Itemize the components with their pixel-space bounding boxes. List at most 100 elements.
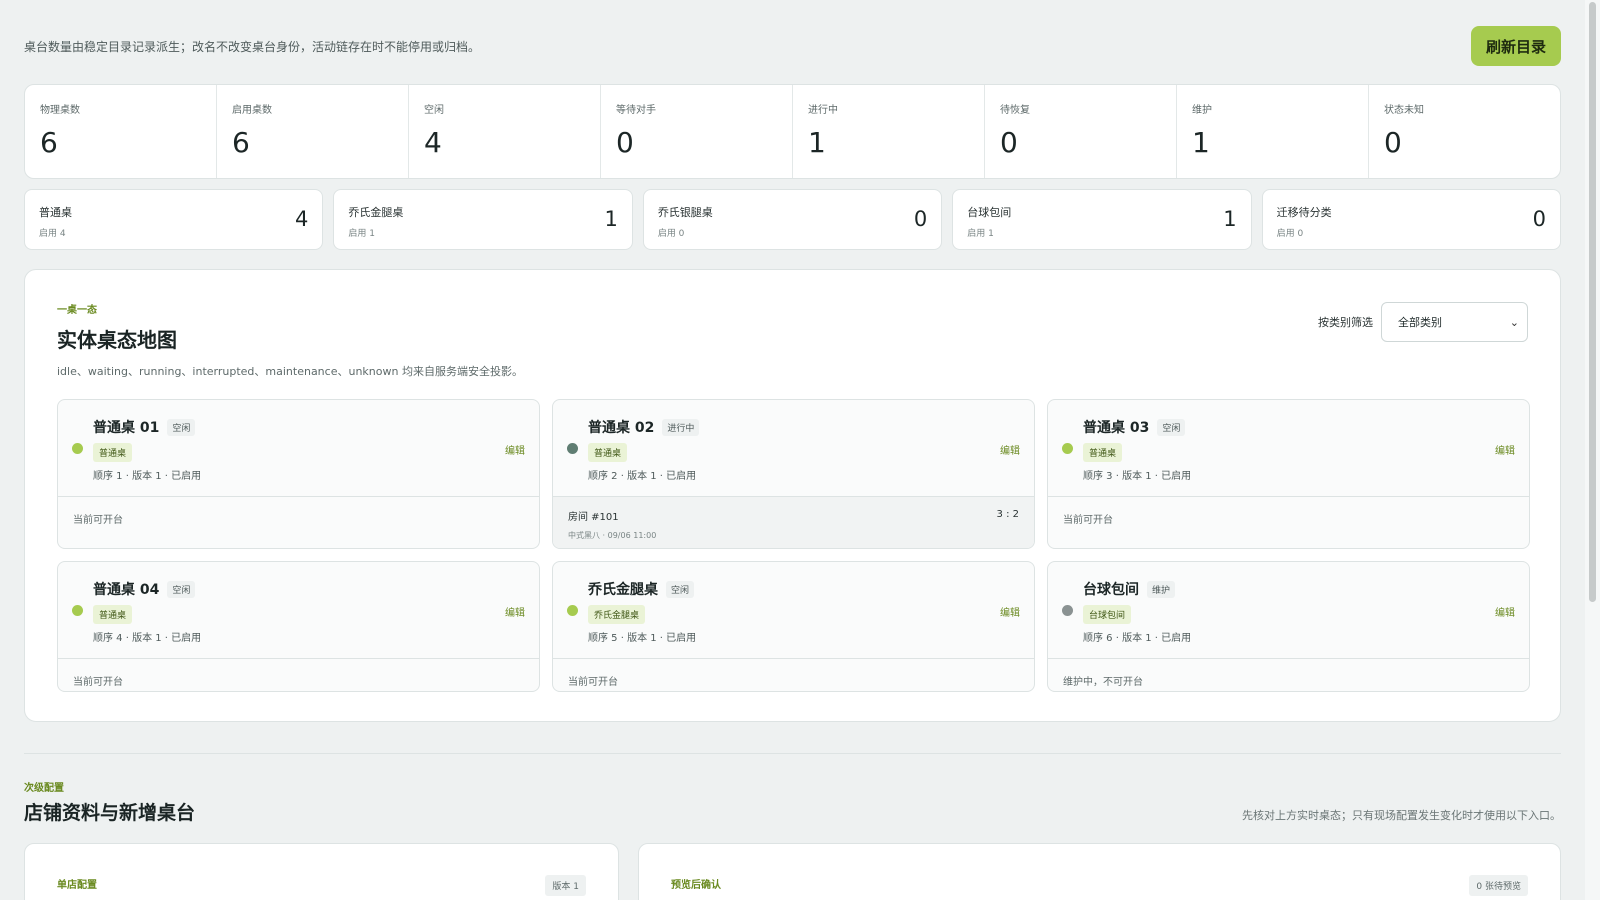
stat-label: 进行中 — [808, 105, 838, 116]
category-name: 乔氏金腿桌 — [348, 206, 404, 219]
category-card: 台球包间 启用 1 1 — [952, 189, 1252, 250]
room-detail: 中式黑八 · 09/06 11:00 — [568, 531, 657, 540]
edit-link[interactable]: 编辑 — [1495, 604, 1515, 619]
edit-link[interactable]: 编辑 — [1495, 442, 1515, 457]
filter-selected-value: 全部类别 — [1398, 316, 1442, 329]
chevron-down-icon: ⌄ — [1509, 315, 1519, 329]
secondary-config-header: 次级配置 店铺资料与新增桌台 先核对上方实时桌态；只有现场配置发生变化时才使用以… — [24, 754, 1561, 824]
preview-count-badge: 0 张待预览 — [1469, 875, 1528, 896]
category-tag: 普通桌 — [588, 443, 628, 462]
stat-value: 0 — [1384, 126, 1402, 159]
stat-label: 启用桌数 — [232, 105, 272, 116]
secondary-title: 店铺资料与新增桌台 — [24, 802, 196, 824]
stat-label: 物理桌数 — [40, 105, 80, 116]
stat-maintenance: 维护 1 — [1177, 85, 1369, 178]
table-meta: 顺序 4 · 版本 1 · 已启用 — [93, 633, 202, 644]
table-state-map-panel: 一桌一态 实体桌态地图 idle、waiting、running、interru… — [24, 269, 1561, 722]
category-name: 迁移待分类 — [1276, 206, 1332, 219]
status-dot-icon — [72, 443, 83, 454]
stat-value: 0 — [1000, 126, 1018, 159]
category-tag: 普通桌 — [93, 605, 133, 624]
table-card[interactable]: 普通桌 04 空闲 普通桌 顺序 4 · 版本 1 · 已启用 编辑 当前可开台 — [57, 561, 540, 692]
category-filter: 按类别筛选 全部类别 ⌄ — [1318, 302, 1528, 342]
category-name: 普通桌 — [39, 206, 72, 219]
table-meta: 顺序 3 · 版本 1 · 已启用 — [1083, 471, 1192, 482]
availability-text: 维护中，不可开台 — [1063, 677, 1143, 688]
table-card-footer: 当前可开台 — [58, 658, 539, 691]
page: 桌台数量由稳定目录记录派生；改名不改变桌台身份，活动链存在时不能停用或归档。 刷… — [24, 0, 1562, 900]
refresh-catalog-button[interactable]: 刷新目录 — [1470, 26, 1561, 66]
vertical-scrollbar[interactable] — [1585, 0, 1600, 900]
category-filter-select[interactable]: 全部类别 ⌄ — [1381, 302, 1528, 342]
status-badge: 维护 — [1147, 580, 1176, 598]
store-config-card: 单店配置 版本 1 — [24, 843, 619, 900]
stat-label: 等待对手 — [616, 105, 656, 116]
category-tag: 普通桌 — [93, 443, 133, 462]
table-card-footer: 当前可开台 — [58, 496, 539, 548]
status-badge: 空闲 — [1157, 418, 1186, 436]
table-meta: 顺序 5 · 版本 1 · 已启用 — [588, 633, 697, 644]
status-dot-icon — [1062, 443, 1073, 454]
category-enabled: 启用 4 — [39, 229, 66, 239]
table-name: 普通桌 02 — [588, 420, 655, 436]
active-room-footer[interactable]: 房间 #101 中式黑八 · 09/06 11:00 3 : 2 — [553, 496, 1034, 548]
category-tag: 台球包间 — [1083, 605, 1132, 624]
category-name: 台球包间 — [967, 206, 1012, 219]
edit-link[interactable]: 编辑 — [1000, 442, 1020, 457]
category-card: 普通桌 启用 4 4 — [24, 189, 324, 250]
availability-text: 当前可开台 — [1063, 515, 1113, 526]
edit-link[interactable]: 编辑 — [505, 442, 525, 457]
category-tag: 乔氏金腿桌 — [588, 605, 646, 624]
stat-interrupted: 待恢复 0 — [985, 85, 1177, 178]
edit-link[interactable]: 编辑 — [505, 604, 525, 619]
status-dot-icon — [72, 605, 83, 616]
table-name: 乔氏金腿桌 — [588, 582, 658, 598]
category-card: 乔氏银腿桌 启用 0 0 — [642, 189, 943, 250]
stat-unknown: 状态未知 0 — [1369, 85, 1560, 178]
table-name: 普通桌 04 — [93, 582, 160, 598]
version-badge: 版本 1 — [545, 875, 586, 896]
secondary-eyebrow: 次级配置 — [24, 783, 64, 794]
category-count: 1 — [604, 207, 618, 231]
table-card[interactable]: 台球包间 维护 台球包间 顺序 6 · 版本 1 · 已启用 编辑 维护中，不可… — [1047, 561, 1530, 692]
catalog-note: 桌台数量由稳定目录记录派生；改名不改变桌台身份，活动链存在时不能停用或归档。 — [24, 40, 481, 54]
status-dot-icon — [1062, 605, 1073, 616]
table-name: 台球包间 — [1083, 582, 1139, 598]
table-card[interactable]: 普通桌 01 空闲 普通桌 顺序 1 · 版本 1 · 已启用 编辑 当前可开台 — [57, 399, 540, 549]
filter-label: 按类别筛选 — [1318, 316, 1373, 329]
stat-label: 空闲 — [424, 105, 444, 116]
table-meta: 顺序 1 · 版本 1 · 已启用 — [93, 471, 202, 482]
table-grid: 普通桌 01 空闲 普通桌 顺序 1 · 版本 1 · 已启用 编辑 当前可开台… — [57, 399, 1530, 692]
status-badge: 空闲 — [666, 580, 695, 598]
category-count: 4 — [295, 207, 309, 231]
stat-label: 待恢复 — [1000, 105, 1030, 116]
top-bar: 桌台数量由稳定目录记录派生；改名不改变桌台身份，活动链存在时不能停用或归档。 刷… — [24, 0, 1561, 84]
stat-value: 1 — [1192, 126, 1210, 159]
table-card[interactable]: 普通桌 03 空闲 普通桌 顺序 3 · 版本 1 · 已启用 编辑 当前可开台 — [1047, 399, 1530, 549]
map-eyebrow: 一桌一态 — [57, 305, 97, 316]
category-name: 乔氏银腿桌 — [657, 206, 713, 219]
category-summary: 普通桌 启用 4 4 乔氏金腿桌 启用 1 1 乔氏银腿桌 启用 0 0 台球包… — [24, 189, 1562, 250]
status-dot-icon — [567, 443, 578, 454]
table-card-footer: 当前可开台 — [1048, 496, 1529, 548]
preview-eyebrow: 预览后确认 — [671, 880, 721, 891]
table-card[interactable]: 乔氏金腿桌 空闲 乔氏金腿桌 顺序 5 · 版本 1 · 已启用 编辑 当前可开… — [552, 561, 1035, 692]
stat-label: 状态未知 — [1384, 105, 1424, 116]
edit-link[interactable]: 编辑 — [1000, 604, 1020, 619]
table-card-footer: 维护中，不可开台 — [1048, 658, 1529, 691]
category-card: 迁移待分类 启用 0 0 — [1261, 189, 1562, 250]
stat-value: 4 — [424, 126, 442, 159]
table-card[interactable]: 普通桌 02 进行中 普通桌 顺序 2 · 版本 1 · 已启用 编辑 房间 #… — [552, 399, 1035, 549]
table-card-footer: 当前可开台 — [553, 658, 1034, 691]
map-title: 实体桌态地图 — [57, 328, 177, 352]
status-badge: 进行中 — [662, 418, 700, 436]
category-count: 0 — [913, 207, 928, 231]
stat-value: 0 — [616, 126, 634, 159]
scrollbar-thumb[interactable] — [1589, 2, 1596, 602]
availability-text: 当前可开台 — [73, 515, 123, 526]
availability-text: 当前可开台 — [568, 677, 618, 688]
stat-value: 6 — [232, 126, 250, 159]
stat-physical-tables: 物理桌数 6 — [25, 85, 217, 178]
store-config-eyebrow: 单店配置 — [57, 880, 97, 891]
category-count: 0 — [1532, 207, 1547, 231]
